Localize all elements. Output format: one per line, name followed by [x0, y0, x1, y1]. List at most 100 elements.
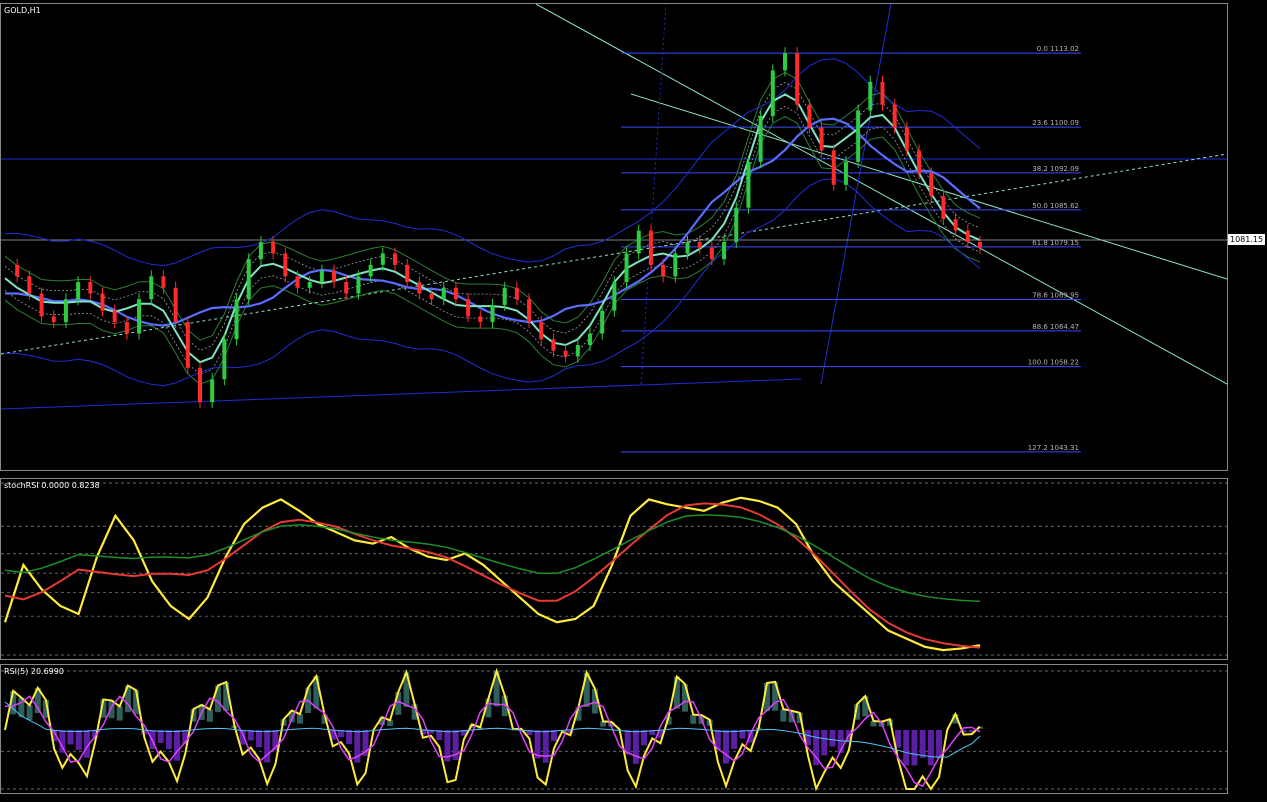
price-chart-svg: 0.0 1113.02 23.6 1100.09 38.2 1092.09 50.0 … — [1, 4, 1227, 453]
candle-body — [746, 161, 751, 208]
candle-body — [417, 282, 422, 294]
candle-body — [819, 127, 824, 151]
candle-body — [868, 81, 873, 111]
rsi-histogram-bar — [174, 730, 181, 761]
candle-body — [100, 293, 105, 311]
rsi-histogram-bar — [206, 709, 213, 722]
candle-body — [843, 161, 848, 185]
rsi-pane[interactable]: RSI(5) 20.6990 — [0, 664, 1228, 794]
candle-body — [892, 104, 897, 128]
candle-body — [965, 230, 970, 243]
candle-body — [539, 322, 544, 340]
stochrsi-axis — [1228, 478, 1267, 660]
price-chart-pane[interactable]: 0.0 1113.02 23.6 1100.09 38.2 1092.09 50.0 … — [0, 3, 1228, 471]
candle-body — [149, 276, 154, 300]
candle-body — [783, 53, 787, 71]
candle-body — [917, 150, 922, 174]
stochrsi-pane[interactable]: stochRSI 0.0000 0.8238 — [0, 478, 1228, 660]
fib-level-label: 0.0 1113.02 — [1037, 45, 1079, 53]
rsi-histogram-bar — [927, 730, 934, 766]
candle-body — [344, 282, 349, 294]
candle-body — [405, 264, 410, 283]
candle-body — [734, 207, 739, 243]
candle-body — [636, 230, 641, 254]
candle-body — [271, 242, 276, 254]
candle-body — [332, 270, 337, 283]
candle-body — [429, 293, 434, 300]
candle-body — [880, 81, 885, 105]
candle-body — [51, 316, 56, 323]
rsi-histogram-bar — [936, 730, 943, 759]
stochrsi-trend-line — [4, 514, 981, 603]
channel-line — [1, 378, 802, 410]
candle-body — [258, 242, 263, 260]
candle-body — [453, 287, 458, 300]
candle-body — [234, 299, 239, 340]
candle-body — [76, 282, 81, 300]
rsi-histogram-bar — [723, 730, 730, 764]
candle-body — [88, 282, 93, 294]
candle-body — [953, 219, 958, 231]
candle-body — [600, 310, 605, 334]
price-axis[interactable]: 1081.15 — [1228, 3, 1267, 471]
symbol-title: GOLD,H1 — [4, 6, 41, 15]
candle-body — [502, 287, 507, 305]
candle-body — [295, 276, 300, 288]
candle-body — [697, 242, 702, 248]
candle-body — [722, 242, 727, 260]
candle-body — [380, 253, 385, 265]
candle-body — [904, 127, 909, 151]
candle-body — [758, 116, 763, 162]
candle-body — [563, 350, 568, 357]
candle-body — [514, 287, 519, 300]
rsi-histogram-bar — [829, 730, 836, 747]
trend-line — [535, 4, 1227, 385]
candle-body — [393, 253, 397, 265]
candle-body — [307, 282, 312, 288]
stochrsi-signal-line — [4, 502, 981, 649]
candle-body — [551, 339, 556, 351]
candle-body — [15, 264, 20, 277]
candle-body — [39, 293, 44, 317]
rsi-histogram-bar — [821, 730, 828, 756]
candle-body — [612, 282, 617, 311]
fib-level-label: 78.6 1069.95 — [1032, 292, 1079, 300]
stochrsi-svg — [1, 482, 1227, 656]
candle-body — [575, 344, 580, 357]
candle-body — [709, 247, 714, 260]
rsi-histogram-bar — [731, 730, 738, 749]
candle-body — [795, 53, 800, 105]
candle-body — [198, 367, 202, 403]
rsi-histogram-bar — [919, 730, 926, 758]
fib-level-label: 38.2 1092.09 — [1032, 165, 1079, 173]
candle-body — [173, 287, 178, 323]
current-price-label: 1081.15 — [1228, 234, 1266, 245]
candle-body — [112, 310, 117, 323]
rsi-histogram-bar — [903, 730, 910, 766]
fib-level-label: 88.6 1064.47 — [1032, 323, 1079, 331]
candle-body — [185, 322, 190, 368]
candle-body — [673, 253, 678, 277]
rsi-histogram-bar — [641, 730, 648, 746]
candle-body — [807, 104, 812, 128]
candle-body — [63, 299, 68, 323]
candle-body — [441, 287, 446, 300]
candle-body — [831, 150, 836, 185]
candle-body — [222, 339, 227, 380]
rsi-histogram-bar — [165, 730, 172, 750]
candle-body — [478, 316, 483, 323]
candle-body — [319, 270, 324, 283]
projection-line — [640, 4, 667, 385]
candle-body — [941, 196, 946, 220]
candle-body — [661, 264, 666, 277]
candle-body — [490, 304, 495, 323]
rsi-axis — [1228, 664, 1267, 794]
rsi-histogram-bar — [542, 730, 549, 763]
rsi-histogram-bar — [911, 730, 918, 766]
candle-body — [356, 276, 361, 294]
rsi-histogram-bar — [255, 730, 262, 748]
candle-body — [124, 322, 129, 334]
fib-level-label: 61.8 1079.15 — [1032, 239, 1079, 247]
fib-level-label: 50.0 1085.62 — [1032, 202, 1079, 210]
candle-body — [161, 276, 166, 288]
